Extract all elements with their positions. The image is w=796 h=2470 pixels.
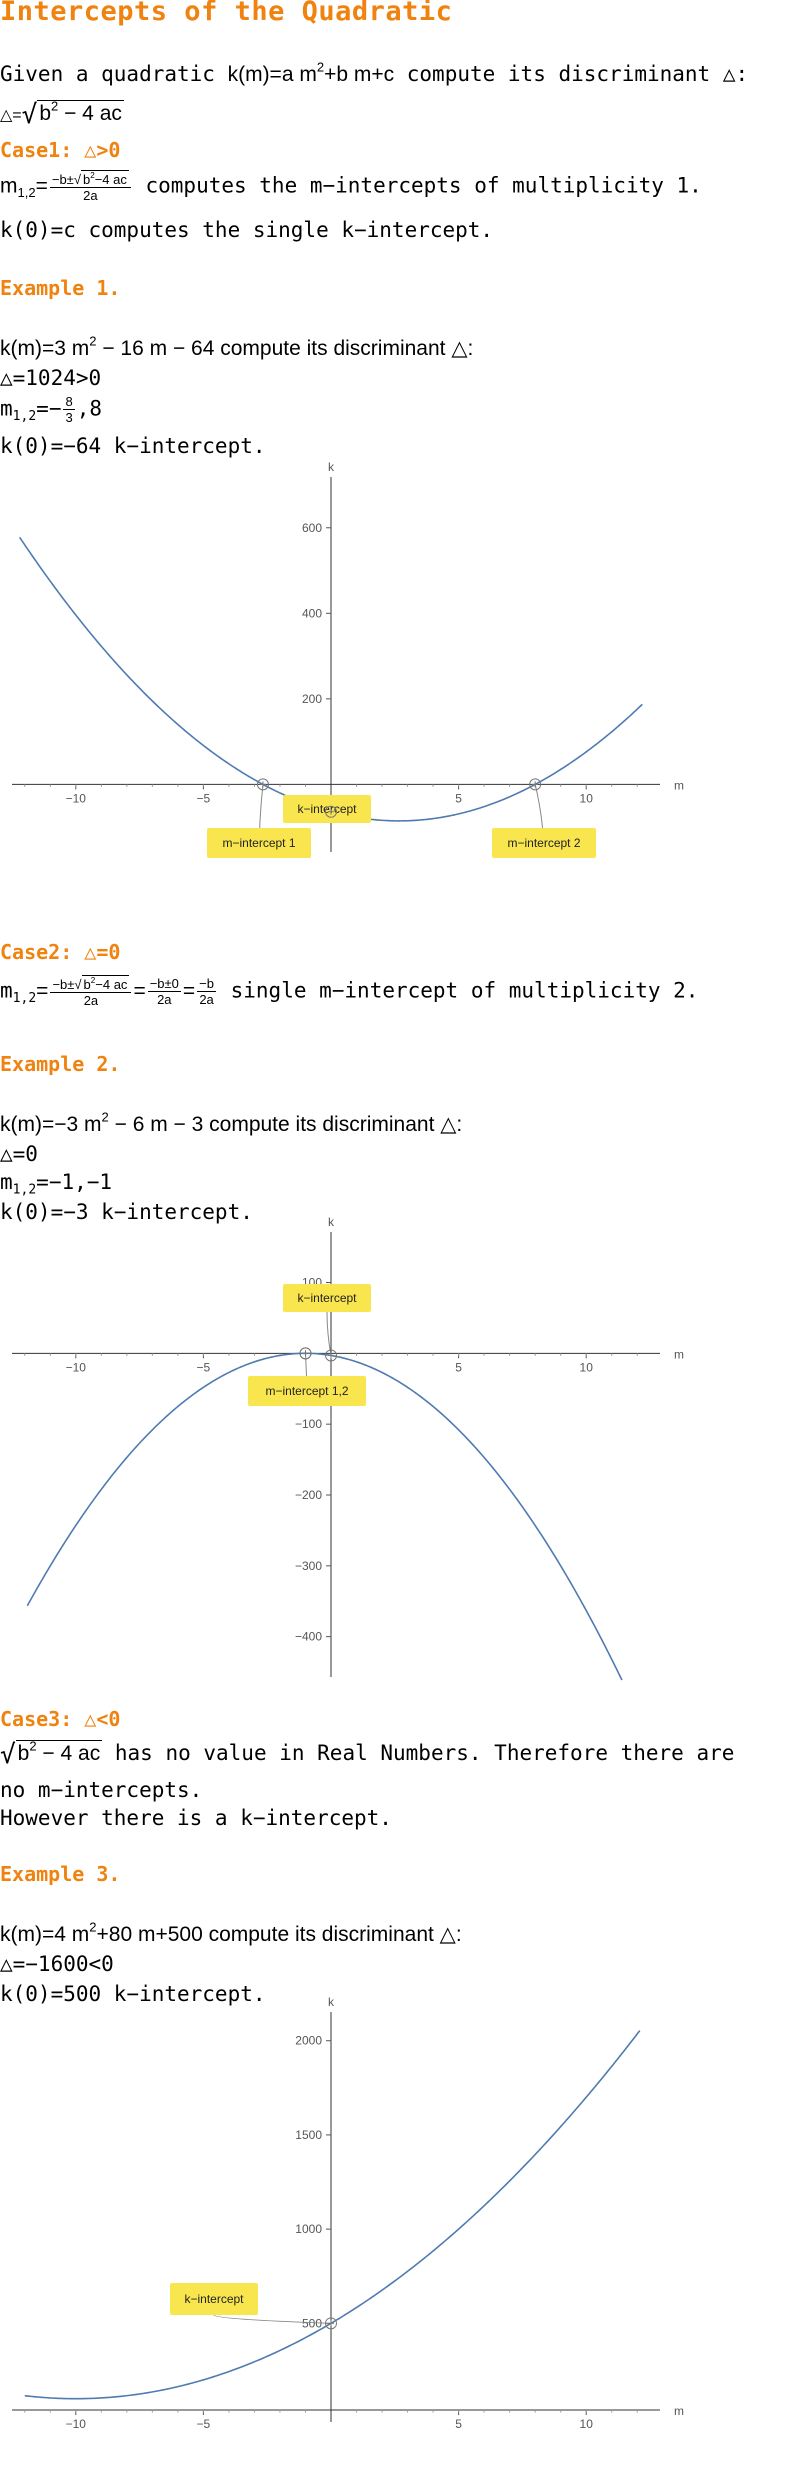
x-tick-label: 5 — [455, 791, 462, 805]
x-tick-label: −10 — [66, 791, 87, 805]
x-tick-label: −5 — [197, 1360, 211, 1374]
x-axis-label: m — [674, 2404, 684, 2418]
x-tick-label: 10 — [580, 1360, 594, 1374]
plot-example2: mk−10 −5 5 10100−100−200−300−400k−intercept… — [12, 1215, 684, 1681]
y-axis-label: k — [328, 460, 335, 474]
y-tick-label: 400 — [302, 606, 322, 620]
example2-function: k(m)=−3 m2 − 6 m − 3 compute its discrim… — [0, 1109, 463, 1136]
y-tick-label: 1500 — [295, 2128, 322, 2142]
example2-discriminant: △=0 — [0, 1142, 38, 1166]
y-tick-label: −200 — [295, 1488, 322, 1502]
parabola-curve — [24, 2030, 641, 2400]
x-tick-label: 5 — [455, 2417, 462, 2431]
callout-label: m−intercept 1,2 — [265, 1384, 348, 1398]
y-tick-label: 1000 — [295, 2222, 322, 2236]
x-tick-label: 5 — [455, 1360, 462, 1374]
y-tick-label: 200 — [302, 692, 322, 706]
callout-label: k−intercept — [297, 802, 357, 816]
y-tick-label: −400 — [295, 1630, 322, 1644]
case1-formula: m1,2= −b±√ b2−4 ac 2a computes the m−interc… — [0, 170, 702, 203]
example1-heading: Example 1. — [0, 276, 121, 300]
y-axis-label: k — [328, 1995, 335, 2009]
example3-k-intercept: k(0)=500 k−intercept. — [0, 1982, 266, 2006]
discriminant-formula: △=√b2 − 4 ac — [0, 98, 124, 130]
case3-text2: no m−intercepts. — [0, 1778, 203, 1802]
x-axis-label: m — [674, 778, 684, 792]
example1-roots: m1,2=− 8 3,8 — [0, 394, 102, 425]
y-tick-label: 600 — [302, 521, 322, 535]
case3-radical-text: √b2 − 4 ac has no value in Real Numbers.… — [0, 1738, 735, 1770]
case1-k-intercept: k(0)=c computes the single k−intercept. — [0, 218, 494, 242]
intro-line: Given a quadratic k(m)=a m2+b m+c comput… — [0, 59, 749, 86]
y-axis-label: k — [328, 1215, 335, 1229]
plot-example1: m k −10 −5 5 10 200 400 600 k−intercept m−intercep… — [12, 460, 684, 859]
case3-text3: However there is a k−intercept. — [0, 1806, 392, 1830]
example3-discriminant: △=−1600<0 — [0, 1952, 114, 1976]
callout-label: m−intercept 1 — [222, 836, 295, 850]
y-tick-label: 2000 — [295, 2034, 322, 2048]
plot-example3: mk−10 −5 5 10500100015002000k−intercept — [12, 1995, 684, 2431]
callout-label: k−intercept — [184, 2292, 244, 2306]
example1-k-intercept: k(0)=−64 k−intercept. — [0, 434, 266, 458]
y-tick-label: −100 — [295, 1417, 322, 1431]
example3-heading: Example 3. — [0, 1862, 121, 1886]
case2-heading: Case2: △=0 — [0, 940, 121, 964]
example2-heading: Example 2. — [0, 1052, 121, 1076]
example2-k-intercept: k(0)=−3 k−intercept. — [0, 1200, 253, 1224]
callout-label: k−intercept — [297, 1291, 357, 1305]
page-title: Intercepts of the Quadratic — [0, 0, 453, 27]
example3-function: k(m)=4 m2+80 m+500 compute its discrimin… — [0, 1919, 462, 1946]
y-tick-label: −300 — [295, 1559, 322, 1573]
case2-formula: m1,2= −b±√ b2−4 ac 2a = −b±0 2a = −b 2a single m−… — [0, 975, 699, 1008]
case3-heading: Case3: △<0 — [0, 1707, 121, 1731]
x-tick-label: −10 — [66, 1360, 87, 1374]
callout-leader — [326, 1311, 332, 1356]
x-tick-label: 10 — [580, 2417, 594, 2431]
x-axis-label: m — [674, 1347, 684, 1361]
example1-function: k(m)=3 m2 − 16 m − 64 compute its discri… — [0, 333, 474, 360]
x-tick-label: 10 — [580, 791, 594, 805]
example1-discriminant: △=1024>0 — [0, 366, 102, 390]
callout-label: m−intercept 2 — [507, 836, 580, 850]
x-tick-label: −5 — [197, 2417, 211, 2431]
example2-roots: m1,2=−1,−1 — [0, 1170, 113, 1198]
x-tick-label: −5 — [197, 791, 211, 805]
case1-heading: Case1: △>0 — [0, 138, 121, 162]
x-tick-label: −10 — [66, 2417, 87, 2431]
